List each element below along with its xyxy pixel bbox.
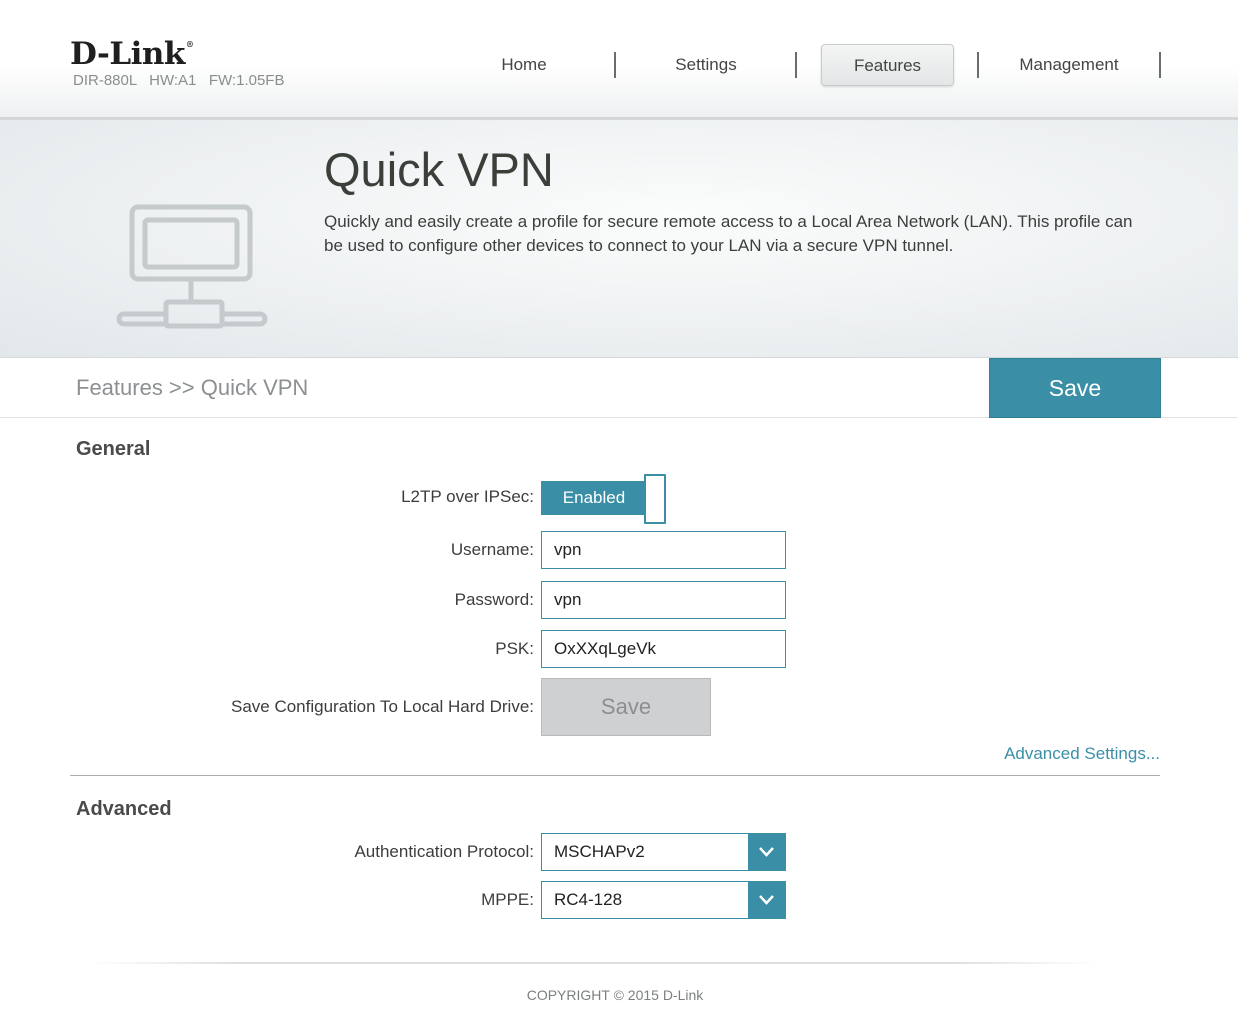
registered-mark: ® (185, 38, 194, 49)
chevron-down-icon[interactable] (748, 882, 785, 918)
psk-label: PSK: (495, 639, 534, 658)
username-label: Username: (450, 540, 534, 559)
breadcrumb: Features >> Quick VPN (76, 375, 309, 400)
toggle-knob[interactable] (644, 474, 666, 524)
toggle-state-label: Enabled (541, 481, 647, 515)
nav-separator (795, 52, 797, 78)
psk-input[interactable] (541, 630, 786, 668)
section-title-general: General (76, 438, 151, 460)
footer-divider (90, 962, 1100, 964)
nav-settings[interactable]: Settings (614, 44, 798, 86)
hardware-info: DIR-880L HW:A1 FW:1.05FB (73, 72, 285, 89)
password-label: Password: (454, 590, 534, 609)
auth-protocol-label: Authentication Protocol: (354, 842, 534, 861)
section-title-advanced: Advanced (76, 798, 172, 820)
auth-protocol-select[interactable]: MSCHAPv2 (541, 833, 786, 871)
section-divider (70, 775, 1160, 776)
username-input[interactable] (541, 531, 786, 569)
save-config-button[interactable]: Save (541, 678, 711, 736)
page-title: Quick VPN (324, 143, 554, 196)
nav-home[interactable]: Home (432, 44, 616, 86)
password-input[interactable] (541, 581, 786, 619)
save-button[interactable]: Save (989, 358, 1161, 418)
copyright-text: COPYRIGHT © 2015 D-Link (526, 987, 704, 1003)
mppe-select[interactable]: RC4-128 (541, 881, 786, 919)
nav-management[interactable]: Management (978, 44, 1160, 86)
mppe-label: MPPE: (481, 890, 534, 909)
save-config-label: Save Configuration To Local Hard Drive: (230, 697, 534, 716)
nav-features[interactable]: Features (821, 44, 954, 86)
breadcrumb-bar: Features >> Quick VPN Save (0, 358, 1238, 418)
page-description: Quickly and easily create a profile for … (324, 212, 1133, 255)
auth-protocol-value: MSCHAPv2 (554, 842, 645, 861)
advanced-settings-link[interactable]: Advanced Settings... (1004, 744, 1160, 764)
chevron-down-icon[interactable] (748, 834, 785, 870)
l2tp-toggle[interactable]: Enabled (541, 474, 666, 524)
page-hero: Quick VPN Quickly and easily create a pr… (0, 120, 1238, 358)
computer-network-icon (112, 202, 272, 337)
header: D-Link® DIR-880L HW:A1 FW:1.05FB Home Se… (0, 0, 1238, 120)
nav-separator (1159, 52, 1161, 78)
l2tp-label: L2TP over IPSec: (401, 487, 534, 506)
logo-text: D-Link (70, 36, 185, 72)
dlink-logo[interactable]: D-Link® (70, 36, 194, 72)
mppe-value: RC4-128 (554, 890, 623, 909)
